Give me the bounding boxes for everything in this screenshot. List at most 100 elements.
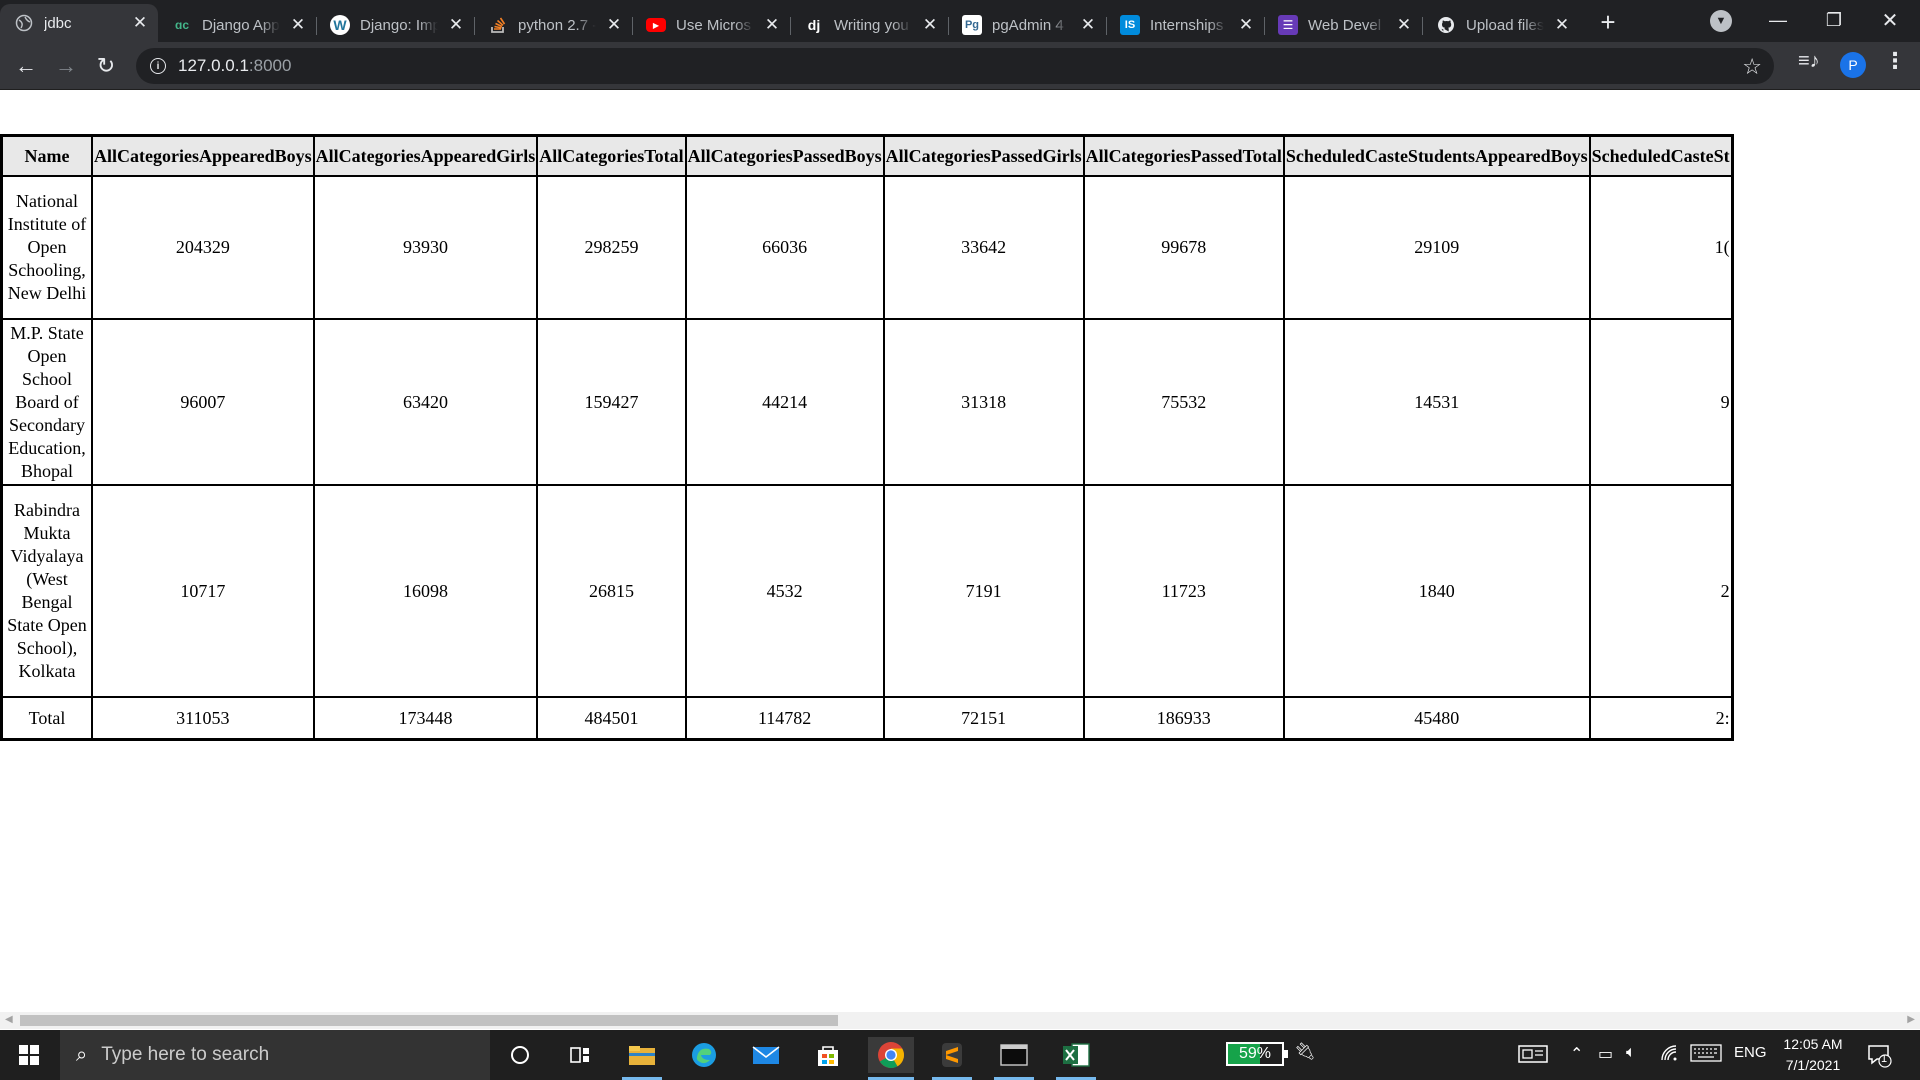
terminal-icon[interactable] <box>994 1037 1034 1080</box>
volume-icon[interactable]: 🔈︎ <box>1626 1044 1636 1062</box>
close-icon[interactable]: ✕ <box>290 15 306 35</box>
table-cell: 7191 <box>882 484 1085 698</box>
restore-button[interactable]: ❐ <box>1806 0 1862 40</box>
tab-internships[interactable]: IS Internships ✕ <box>1106 8 1264 42</box>
sublime-text-icon[interactable] <box>932 1037 972 1080</box>
table-cell: 10717 <box>91 484 315 698</box>
tab-web-devel[interactable]: ☰ Web Devel ✕ <box>1264 8 1422 42</box>
back-button[interactable]: ← <box>10 50 42 82</box>
close-window-button[interactable]: ✕ <box>1862 0 1918 40</box>
minimize-button[interactable]: — <box>1750 0 1806 40</box>
tab-search-icon[interactable]: ▼ <box>1710 10 1732 32</box>
mail-icon[interactable] <box>746 1037 786 1073</box>
table-header-row: Name AllCategoriesAppearedBoys AllCatego… <box>0 134 1734 177</box>
search-icon: ⌕ <box>76 1043 88 1066</box>
table-cell: 63420 <box>312 318 539 486</box>
taskbar-search-box[interactable]: ⌕ Type here to search <box>60 1030 490 1080</box>
tab-jdbc[interactable]: jdbc ✕ <box>0 4 158 42</box>
column-header: AllCategoriesPassedTotal <box>1082 134 1285 177</box>
tab-strip: jdbc ✕ ɑc Django App ✕ W Django: Imp ✕ p… <box>0 0 1920 42</box>
reload-button[interactable]: ↻ <box>90 50 122 82</box>
youtube-icon: ▶ <box>646 18 666 32</box>
battery-tray-icon[interactable]: ▭ <box>1598 1044 1613 1064</box>
search-placeholder: Type here to search <box>101 1044 270 1065</box>
tab-title: Use Micros <box>676 16 752 34</box>
close-icon[interactable]: ✕ <box>132 13 148 33</box>
table-cell: 44214 <box>684 318 885 486</box>
store-icon[interactable] <box>808 1037 848 1073</box>
excel-icon[interactable] <box>1056 1037 1096 1080</box>
action-center-button[interactable]: 1 <box>1866 1042 1892 1068</box>
close-icon[interactable]: ✕ <box>764 15 780 35</box>
new-tab-button[interactable]: + <box>1594 7 1622 38</box>
close-icon[interactable]: ✕ <box>1080 15 1096 35</box>
chrome-icon[interactable] <box>868 1037 914 1080</box>
page-viewport: Name AllCategoriesAppearedBoys AllCatego… <box>0 90 1920 1012</box>
table-cell: 11723 <box>1082 484 1285 698</box>
wordpress-icon: W <box>330 15 350 35</box>
start-button[interactable] <box>0 1030 58 1080</box>
tab-python[interactable]: python 2.7 - ✕ <box>474 8 632 42</box>
forward-button[interactable]: → <box>50 50 82 82</box>
tab-youtube[interactable]: ▶ Use Micros ✕ <box>632 8 790 42</box>
horizontal-scrollbar[interactable]: ◀ ▶ <box>0 1012 1920 1029</box>
battery-indicator[interactable]: 59% <box>1226 1042 1288 1066</box>
taskbar: ⌕ Type here to search 59% 🔌︎ ⌃ ▭ 🔈︎ ENG … <box>0 1030 1920 1080</box>
table-cell: 45480 <box>1282 696 1591 741</box>
scrollbar-thumb[interactable] <box>20 1015 838 1026</box>
media-control-icon[interactable]: ≡♪ <box>1798 50 1820 73</box>
scroll-right-arrow-icon[interactable]: ▶ <box>1907 1014 1915 1025</box>
close-icon[interactable]: ✕ <box>606 15 622 35</box>
tab-django-app[interactable]: ɑc Django App ✕ <box>158 8 316 42</box>
table-cell: 75532 <box>1082 318 1285 486</box>
avatar[interactable]: P <box>1840 52 1866 78</box>
chevron-up-icon[interactable]: ⌃ <box>1570 1044 1583 1064</box>
table-cell: 93930 <box>312 175 539 320</box>
tab-title: Web Devel <box>1308 16 1382 34</box>
results-table: Name AllCategoriesAppearedBoys AllCatego… <box>0 134 1734 741</box>
tab-django-imp[interactable]: W Django: Imp ✕ <box>316 8 474 42</box>
edge-icon[interactable] <box>684 1037 724 1073</box>
bookmark-star-icon[interactable]: ☆ <box>1742 54 1762 80</box>
column-header: AllCategoriesAppearedGirls <box>312 134 539 177</box>
table-cell: 26815 <box>536 484 687 698</box>
github-icon <box>1436 15 1456 35</box>
language-indicator[interactable]: ENG <box>1734 1044 1767 1061</box>
plug-icon: 🔌︎ <box>1294 1042 1316 1061</box>
django-green-icon: ɑc <box>174 18 189 32</box>
task-view-icon[interactable] <box>560 1037 600 1073</box>
clock[interactable]: 12:05 AM 7/1/2021 <box>1770 1034 1856 1076</box>
browser-menu-icon[interactable]: ⋮ <box>1884 48 1906 74</box>
notification-count: 1 <box>1881 1053 1888 1065</box>
column-header: ScheduledCasteSt <box>1588 134 1734 177</box>
forms-icon: ☰ <box>1278 15 1298 35</box>
table-cell: 298259 <box>536 175 687 320</box>
address-bar[interactable]: i 127.0.0.1:8000 ☆ <box>136 48 1774 84</box>
close-icon[interactable]: ✕ <box>1238 15 1254 35</box>
column-header: Name <box>0 134 93 177</box>
browser-toolbar: ← → ↻ i 127.0.0.1:8000 ☆ <box>0 42 1920 90</box>
table-cell: 9 <box>1588 318 1734 486</box>
url-text[interactable]: 127.0.0.1:8000 <box>178 56 291 76</box>
info-icon[interactable]: i <box>150 58 166 74</box>
battery-percent: 59% <box>1238 1045 1272 1062</box>
tab-title: pgAdmin 4 <box>992 16 1064 34</box>
table-row: National Institute of Open Schooling, Ne… <box>0 175 1734 320</box>
news-feed-icon[interactable] <box>1518 1044 1548 1069</box>
table-cell: 14531 <box>1282 318 1591 486</box>
scroll-left-arrow-icon[interactable]: ◀ <box>5 1014 13 1025</box>
tab-upload-files[interactable]: Upload files ✕ <box>1422 8 1580 42</box>
tab-title: jdbc <box>44 14 72 32</box>
tab-writing[interactable]: dj Writing you ✕ <box>790 8 948 42</box>
keyboard-icon[interactable] <box>1690 1044 1722 1067</box>
cortana-icon[interactable] <box>500 1037 540 1073</box>
table-cell: 96007 <box>91 318 315 486</box>
close-icon[interactable]: ✕ <box>448 15 464 35</box>
close-icon[interactable]: ✕ <box>922 15 938 35</box>
wifi-icon[interactable] <box>1660 1044 1678 1067</box>
tab-pgadmin[interactable]: Pg pgAdmin 4 ✕ <box>948 8 1106 42</box>
file-explorer-icon[interactable] <box>622 1037 662 1080</box>
table-cell: 1( <box>1588 175 1734 320</box>
close-icon[interactable]: ✕ <box>1554 15 1570 35</box>
close-icon[interactable]: ✕ <box>1396 15 1412 35</box>
